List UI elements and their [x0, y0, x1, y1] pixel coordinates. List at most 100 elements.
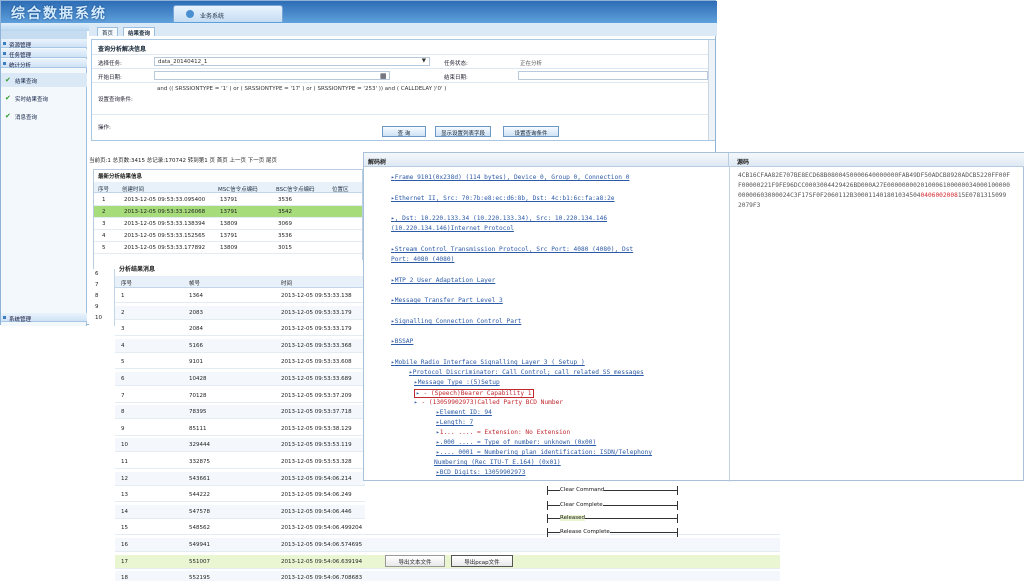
table-cell: 12: [121, 475, 128, 482]
signal-tick: [547, 514, 548, 523]
table-row[interactable]: 11 332875 2013-12-05 09:53:53.328: [115, 455, 365, 469]
table-cell: 332875: [189, 459, 210, 465]
hex-header: 源码: [729, 153, 1024, 167]
decode-tree-node[interactable]: ▸.... 0001 = Numbering plan identificati…: [436, 449, 652, 456]
table-cell: 2013-12-05 09:54:06.499204: [281, 525, 363, 532]
decode-tree-node[interactable]: ▸Message Transfer Part Level 3: [391, 297, 503, 304]
tab-business-system[interactable]: 业务系统: [173, 5, 283, 22]
table-cell: 16: [121, 542, 128, 548]
end-date-input[interactable]: [518, 71, 708, 80]
decode-tree-node[interactable]: ▸1... .... = Extension: No Extension: [436, 429, 570, 436]
check-icon: ✔: [5, 76, 11, 84]
table-row[interactable]: 12 543661 2013-12-05 09:54:06.214: [115, 471, 365, 486]
table-row[interactable]: 4 2013-12-05 09:53:33.152565 13791 3536: [94, 230, 362, 242]
task-status-value: 正在分析: [520, 61, 543, 67]
table-row[interactable]: 2 2013-12-05 09:53:33.126068 13791 3542: [94, 206, 362, 218]
table-cell: 3069: [278, 221, 292, 227]
table-row[interactable]: 6 10428 2013-12-05 09:53:33.689: [115, 372, 365, 386]
table-row[interactable]: 5 9101 2013-12-05 09:53:33.608: [115, 355, 365, 370]
query-title: 查询分析解决信息: [98, 46, 147, 53]
export-text-button[interactable]: 导出文本文件: [385, 555, 445, 567]
table-row[interactable]: 2 2083 2013-12-05 09:53:33.179: [115, 305, 365, 320]
table-cell: 2013-12-05 09:53:33.138: [281, 293, 352, 299]
table-row[interactable]: 1 1364 2013-12-05 09:53:33.138: [115, 289, 365, 303]
calendar-icon[interactable]: ▦: [380, 72, 387, 80]
condition-label: 设置查询条件:: [98, 97, 133, 103]
decode-tree-node[interactable]: ▸.000 .... = Type of number: unknown (0x…: [436, 439, 596, 446]
table-row[interactable]: 8 78395 2013-12-05 09:53:37.718: [115, 405, 365, 420]
decode-panel: 解码树 源码 4CB16CFAA82E707BE8ECD68B080045000…: [363, 152, 1024, 482]
table-row[interactable]: 16 549941 2013-12-05 09:54:06.574695: [115, 538, 780, 552]
table-row[interactable]: 5 2013-12-05 09:53:33.177892 13809 3015: [94, 242, 362, 254]
table-cell: 18: [121, 575, 128, 581]
decode-tree-node[interactable]: ▸Element ID: 94: [436, 409, 492, 416]
decode-tree-node[interactable]: Numbering (Rec ITU-T E.164) (0x01): [434, 459, 561, 466]
decode-tree-node[interactable]: ▸Protocol Discriminator: Call Control; c…: [409, 369, 644, 376]
query-panel: 查询分析解决信息 选择任务: data_20140412_1 ▼ 任务状态: 正在…: [91, 39, 715, 141]
table-cell: 3: [121, 326, 125, 333]
table-row[interactable]: 7 70128 2013-12-05 09:53:37.209: [115, 389, 365, 403]
decode-tree-node[interactable]: ▸Message Type :(5)Setup: [414, 379, 500, 386]
table-cell: 2013-12-05 09:53:37.209: [281, 392, 352, 399]
table-row[interactable]: 13 544222 2013-12-05 09:54:06.249: [115, 488, 365, 503]
tab-result-query[interactable]: 结果查询: [123, 27, 156, 37]
table-cell: 14: [121, 508, 128, 515]
col-header-bsc: BSC信令点编码: [272, 182, 328, 193]
table-cell: 85111: [189, 425, 207, 432]
sidebar-group-task[interactable]: 任务管理: [1, 49, 87, 59]
decode-tree-node[interactable]: ▸Length: 7: [436, 419, 473, 426]
table-cell: 4: [102, 233, 106, 239]
decode-tree-node[interactable]: ▸Ethernet II, Src: 70:7b:e8:ec:d6:8b, Ds…: [391, 195, 615, 202]
set-condition-button[interactable]: 设置查询条件: [503, 126, 559, 137]
sidebar-item-result-query[interactable]: ✔ 结果查询: [1, 73, 87, 87]
scrollbar[interactable]: [708, 40, 715, 140]
sidebar-item-realtime-query[interactable]: ✔ 实时结果查询: [1, 91, 87, 105]
export-pcap-button[interactable]: 导出pcap文件: [451, 555, 513, 567]
table-row[interactable]: 18 552195 2013-12-05 09:54:06.708683: [115, 571, 780, 581]
sidebar-group-resource[interactable]: 资源管理: [1, 39, 87, 49]
table-cell: 10428: [189, 376, 207, 382]
show-fields-button[interactable]: 显示设置列表字段: [435, 126, 491, 137]
table-cell: 2013-12-05 09:53:33.368: [281, 342, 352, 349]
decode-tree-node[interactable]: Port: 4080 (4080): [391, 256, 454, 263]
decode-tree-node[interactable]: ▸Signalling Connection Control Part: [391, 318, 521, 325]
table-row[interactable]: 14 547578 2013-12-05 09:54:06.446: [115, 504, 365, 519]
query-button[interactable]: 查 询: [382, 126, 426, 137]
table-row[interactable]: 1 2013-12-05 09:53:33.095400 13791 3536: [94, 194, 362, 206]
decode-tree-node[interactable]: ▸, Dst: 10.220.133.34 (10.220.133.34), S…: [391, 215, 607, 222]
table-cell: 2013-12-05 09:54:06.639194: [281, 558, 363, 565]
table-row[interactable]: 9 85111 2013-12-05 09:53:38.129: [115, 422, 365, 436]
table-cell: 13809: [220, 221, 238, 227]
table-cell: 17: [121, 558, 128, 565]
table-cell: 2013-12-05 09:53:33.608: [281, 359, 352, 366]
row-index: 9: [95, 304, 99, 310]
decode-tree-node[interactable]: ▸Stream Control Transmission Protocol, S…: [391, 246, 633, 253]
decode-tree-node[interactable]: ▸MTP 2 User Adaptation Layer: [391, 277, 495, 284]
table-row[interactable]: 10 329444 2013-12-05 09:53:53.119: [115, 438, 365, 453]
table-row[interactable]: 3 2084 2013-12-05 09:53:33.179: [115, 322, 365, 337]
start-date-input[interactable]: [154, 71, 390, 80]
sidebar-group-system[interactable]: 系统管理: [1, 313, 87, 323]
condition-textarea[interactable]: and (( SRSSIONTYPE = '1' ) or ( SRSSIONT…: [154, 85, 708, 113]
decode-tree-node[interactable]: ▸Frame 9101(0x238d) (114 bytes), Device …: [391, 174, 629, 181]
decode-tree-node[interactable]: ▸BSSAP: [391, 338, 413, 345]
col-header-time: 时间: [277, 276, 365, 288]
table-row[interactable]: 15 548562 2013-12-05 09:54:06.499204: [115, 521, 780, 536]
table-cell: 78395: [189, 409, 207, 416]
sidebar-item-message-query[interactable]: ✔ 消息查询: [1, 109, 87, 123]
app-logo: 综合数据系统: [11, 6, 107, 22]
table-row[interactable]: 3 2013-12-05 09:53:33.138394 13809 3069: [94, 218, 362, 230]
decode-tree-node[interactable]: ▸ - (Speech)Bearer Capability 1: [414, 389, 534, 398]
task-select[interactable]: data_20140412_1 ▼: [154, 57, 430, 66]
decode-tree-node[interactable]: ▸Mobile Radio Interface Signalling Layer…: [391, 359, 585, 366]
decode-tree-node[interactable]: ▸ - (13059902973)Called Party BCD Number: [414, 399, 563, 406]
table-cell: 548562: [189, 525, 210, 532]
decode-tree-node[interactable]: ▸BCD Digits: 13059902973: [436, 469, 525, 476]
table-row[interactable]: 4 5166 2013-12-05 09:53:33.368: [115, 338, 365, 353]
decode-tree-node[interactable]: (10.220.134.146)Internet Protocol: [391, 225, 514, 232]
sidebar-group-stats[interactable]: 统计分析: [1, 59, 87, 69]
table-cell: 1: [102, 197, 106, 203]
col-header-index: 序号: [115, 276, 185, 288]
pager[interactable]: 当前页:1 总页数:3415 总记录:170742 转到第1 页 首页 上一页 …: [89, 156, 277, 164]
tab-home[interactable]: 首页: [97, 27, 119, 37]
